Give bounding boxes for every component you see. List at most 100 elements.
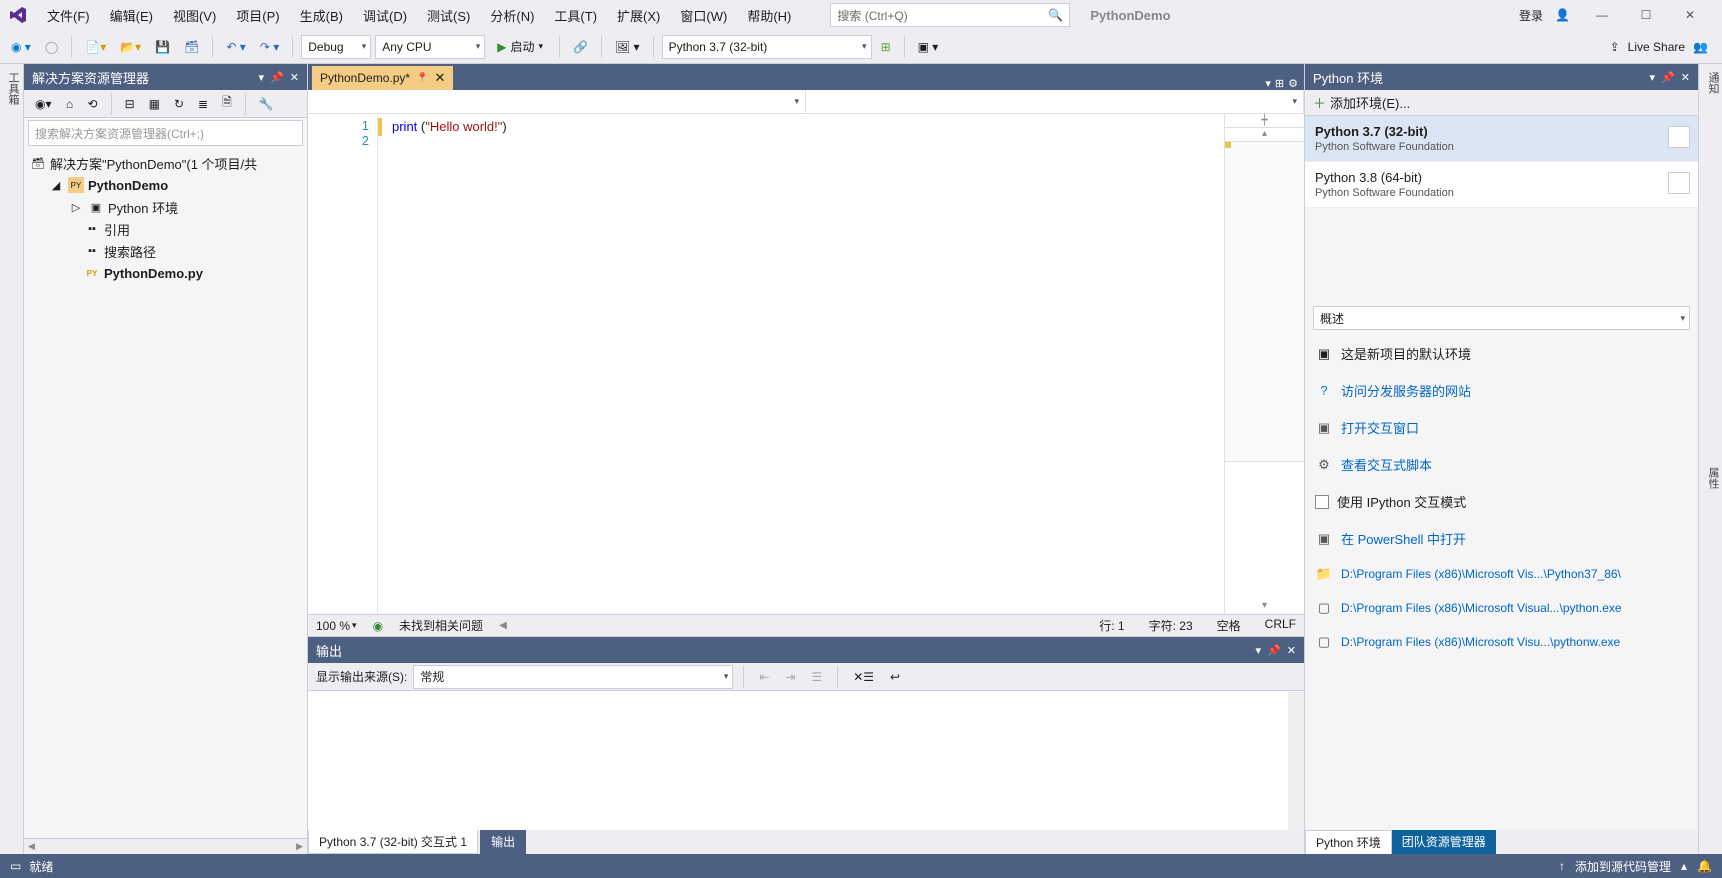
split-handle[interactable]: ┿: [1225, 114, 1304, 128]
tree-project-node[interactable]: ◢ PY PythonDemo: [24, 174, 307, 196]
dropdown-icon[interactable]: ▴: [1681, 859, 1687, 873]
sln-back-button[interactable]: ◉▾: [30, 94, 57, 114]
tab-split-icon[interactable]: ⊞: [1275, 77, 1284, 90]
minimap[interactable]: [1225, 142, 1304, 462]
env-scripts-link[interactable]: ⚙ 查看交互式脚本: [1315, 455, 1688, 474]
menu-project[interactable]: 项目(P): [227, 2, 288, 29]
menu-debug[interactable]: 调试(D): [354, 2, 416, 29]
expand-icon[interactable]: ▷: [68, 199, 84, 215]
add-env-button[interactable]: ＋ 添加环境(E)...: [1305, 90, 1698, 116]
redo-button[interactable]: ↷ ▾: [255, 35, 284, 59]
indent-right-button[interactable]: ⇥: [780, 665, 800, 689]
env-path3-link[interactable]: ▢ D:\Program Files (x86)\Microsoft Visu.…: [1315, 634, 1688, 650]
code-editor[interactable]: 1 2 print ("Hello world!") ┿ ▴ ▾: [308, 114, 1304, 614]
sln-collapse-button[interactable]: ⊟: [120, 94, 140, 114]
env-interactive-link[interactable]: ▣ 打开交互窗口: [1315, 418, 1688, 437]
env-tab-team[interactable]: 团队资源管理器: [1392, 830, 1496, 854]
env-tab-envs[interactable]: Python 环境: [1305, 830, 1392, 854]
panel-pin-icon[interactable]: 📌: [1267, 644, 1281, 657]
tab-settings-icon[interactable]: ⚙: [1288, 77, 1298, 90]
wrap-button[interactable]: ↩: [885, 665, 905, 689]
collab-icon[interactable]: 👥: [1693, 40, 1708, 54]
menu-edit[interactable]: 编辑(E): [101, 2, 162, 29]
panel-dropdown-icon[interactable]: ▾: [1256, 644, 1262, 657]
env-settings-button[interactable]: ⊞: [876, 35, 896, 59]
output-body[interactable]: [308, 691, 1304, 830]
sln-sync-button[interactable]: ⟲: [83, 94, 103, 114]
indent-left-button[interactable]: ⇤: [754, 665, 774, 689]
tab-dropdown-icon[interactable]: ▾: [1265, 77, 1271, 90]
global-search-input[interactable]: 搜索 (Ctrl+Q) 🔍: [830, 3, 1070, 27]
properties-tab[interactable]: 属性: [1699, 459, 1722, 497]
menu-build[interactable]: 生成(B): [291, 2, 352, 29]
env-website-link[interactable]: ? 访问分发服务器的网站: [1315, 381, 1688, 400]
tree-paths-node[interactable]: ▪▪ 搜索路径: [24, 240, 307, 262]
platform-combo[interactable]: Any CPU: [375, 35, 485, 59]
cursor-line[interactable]: 行: 1: [1099, 617, 1124, 634]
login-link[interactable]: 登录: [1519, 7, 1543, 24]
open-button[interactable]: 📂▾: [115, 35, 146, 59]
menu-tools[interactable]: 工具(T): [545, 2, 606, 29]
env-item-37[interactable]: Python 3.7 (32-bit) Python Software Foun…: [1305, 116, 1698, 162]
scrollbar[interactable]: [1288, 691, 1304, 830]
sln-preview-button[interactable]: 🗎: [217, 94, 237, 114]
source-control-button[interactable]: 添加到源代码管理: [1575, 858, 1671, 875]
menu-file[interactable]: 文件(F): [38, 2, 99, 29]
menu-help[interactable]: 帮助(H): [738, 2, 800, 29]
collapse-icon[interactable]: ▴: [1225, 128, 1304, 142]
nav-back-button[interactable]: ◉ ▾: [6, 35, 36, 59]
attach-button[interactable]: 🔗: [568, 35, 593, 59]
scroll-left-icon[interactable]: ◀: [499, 620, 507, 631]
python-env-combo[interactable]: Python 3.7 (32-bit): [662, 35, 872, 59]
tree-file-node[interactable]: PY PythonDemo.py: [24, 262, 307, 284]
minimize-button[interactable]: —: [1582, 2, 1622, 28]
undo-button[interactable]: ↶ ▾: [221, 35, 250, 59]
tree-solution-node[interactable]: 🗃 解决方案"PythonDemo"(1 个项目/共: [24, 152, 307, 174]
close-icon[interactable]: ✕: [435, 70, 446, 86]
panel-pin-icon[interactable]: 📌: [270, 71, 284, 84]
notifications-icon[interactable]: 🔔: [1697, 859, 1712, 873]
panel-dropdown-icon[interactable]: ▾: [259, 71, 265, 84]
menu-extensions[interactable]: 扩展(X): [608, 2, 669, 29]
env-view-combo[interactable]: 概述: [1313, 306, 1690, 330]
notifications-tab[interactable]: 通知: [1699, 64, 1722, 459]
user-icon[interactable]: 👤: [1555, 8, 1570, 22]
interactive-tab[interactable]: Python 3.7 (32-bit) 交互式 1: [308, 830, 478, 854]
menu-view[interactable]: 视图(V): [164, 2, 225, 29]
scroll-down-icon[interactable]: ▾: [1225, 600, 1304, 614]
checkbox[interactable]: [1315, 495, 1329, 509]
new-item-button[interactable]: 📄▾: [80, 35, 111, 59]
issues-label[interactable]: 未找到相关问题: [399, 617, 483, 634]
panel-close-icon[interactable]: ✕: [1287, 644, 1296, 657]
panel-pin-icon[interactable]: 📌: [1661, 71, 1675, 84]
env-path1-link[interactable]: 📁 D:\Program Files (x86)\Microsoft Vis..…: [1315, 566, 1688, 582]
liveshare-button[interactable]: Live Share: [1628, 40, 1685, 54]
layout-button[interactable]: ▣ ▾: [913, 35, 944, 59]
sln-showall-button[interactable]: ▦: [144, 94, 165, 114]
zoom-dropdown-icon[interactable]: ▾: [352, 620, 357, 631]
sln-properties-button[interactable]: 🔧: [254, 94, 279, 114]
sln-filter-button[interactable]: ≣: [193, 94, 213, 114]
config-combo[interactable]: Debug: [301, 35, 371, 59]
panel-dropdown-icon[interactable]: ▾: [1650, 71, 1656, 84]
maximize-button[interactable]: ☐: [1626, 2, 1666, 28]
cursor-col[interactable]: 字符: 23: [1149, 617, 1193, 634]
env-path2-link[interactable]: ▢ D:\Program Files (x86)\Microsoft Visua…: [1315, 600, 1688, 616]
sln-refresh-button[interactable]: ↻: [169, 94, 189, 114]
menu-window[interactable]: 窗口(W): [671, 2, 736, 29]
sln-home-button[interactable]: ⌂: [61, 94, 79, 114]
nav-fwd-button[interactable]: ◯: [40, 35, 63, 59]
env-ipython-check[interactable]: 使用 IPython 交互模式: [1315, 492, 1688, 511]
nav-member-combo[interactable]: [806, 90, 1304, 113]
menu-analyze[interactable]: 分析(N): [481, 2, 543, 29]
env-powershell-link[interactable]: ▣ 在 PowerShell 中打开: [1315, 529, 1688, 548]
screenshot-button[interactable]: 🖼 ▾: [610, 35, 645, 59]
code-content[interactable]: print ("Hello world!"): [378, 114, 1224, 614]
zoom-level[interactable]: 100 %: [316, 619, 350, 633]
save-button[interactable]: 💾: [150, 35, 175, 59]
scroll-right-icon[interactable]: ▶: [296, 841, 303, 852]
expand-icon[interactable]: ◢: [48, 177, 64, 193]
start-debug-button[interactable]: ▶ 启动 ▾: [489, 35, 551, 59]
save-all-button[interactable]: 🗃: [179, 35, 204, 59]
eol-mode[interactable]: CRLF: [1265, 617, 1296, 634]
